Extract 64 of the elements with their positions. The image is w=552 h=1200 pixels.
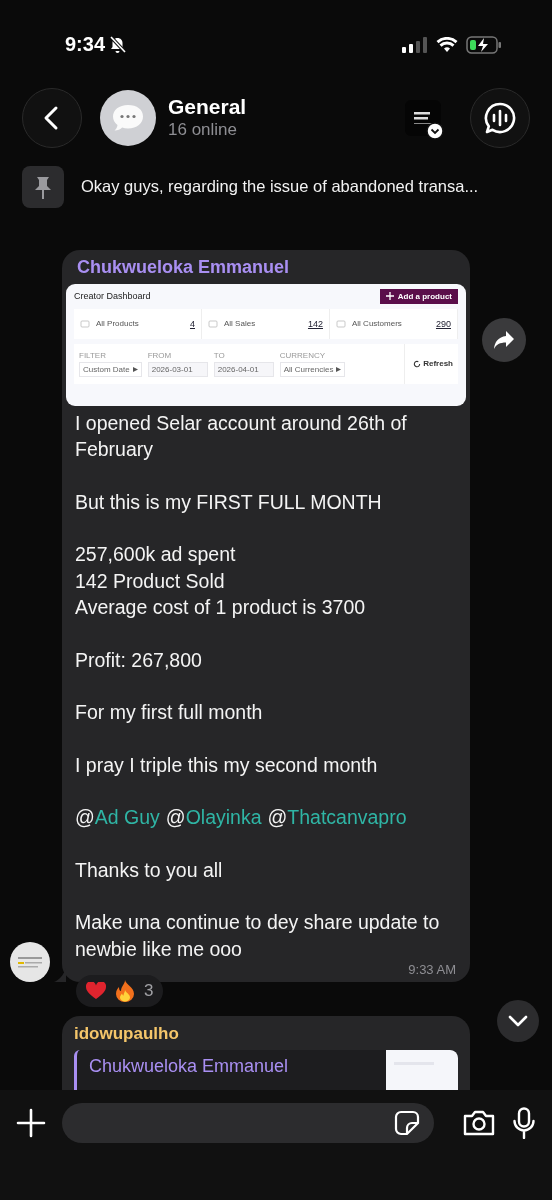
- sticker-icon[interactable]: [394, 1110, 420, 1137]
- filter-label: CURRENCY: [279, 350, 327, 360]
- message-text: For my first full month: [75, 700, 264, 726]
- refresh-icon: [413, 359, 422, 368]
- scroll-down-button[interactable]: [497, 1000, 539, 1043]
- filter-field[interactable]: All Currencies: [279, 361, 346, 377]
- dashboard-title: Creator Dashboard: [74, 291, 151, 302]
- caret-icon: [132, 366, 138, 372]
- filter-label: FROM: [147, 350, 173, 360]
- pin-icon[interactable]: [22, 165, 64, 208]
- refresh-button[interactable]: Refresh: [404, 343, 453, 384]
- stat-value: 290: [435, 318, 451, 329]
- quoted-sender: Chukwueloka Emmanuel: [89, 1056, 289, 1078]
- chevron-down-icon: [508, 1015, 528, 1028]
- status-time: 9:34: [65, 33, 106, 57]
- forward-button[interactable]: [482, 317, 526, 362]
- message-text: Make una continue to dey share update to newbie like me ooo: [75, 910, 441, 962]
- sender-name[interactable]: idowupaulho: [74, 1024, 458, 1045]
- reply-quote[interactable]: Chukwueloka Emmanuel: [74, 1050, 458, 1091]
- pinned-message[interactable]: Okay guys, regarding the issue of abandoned transa...: [81, 177, 479, 197]
- stat-value: 4: [190, 318, 195, 329]
- message-text: Profit: 267,800: [75, 647, 203, 673]
- filter-label: FILTER: [79, 350, 107, 360]
- sender-avatar[interactable]: [10, 942, 50, 983]
- chat-bubble-avatar-icon[interactable]: [100, 89, 156, 146]
- online-count: 16 online: [168, 119, 238, 141]
- stat-icon: [208, 319, 218, 329]
- message-text: I opened Selar account around 26th of February: [75, 410, 408, 463]
- message-time: 9:33 AM: [408, 962, 456, 979]
- heart-icon: [86, 982, 106, 1001]
- wifi-icon: [436, 36, 458, 53]
- plus-icon: [16, 1108, 46, 1139]
- reactions-pill[interactable]: 3: [76, 975, 164, 1008]
- plus-icon: [385, 292, 394, 301]
- fire-icon: [116, 980, 134, 1003]
- sender-name[interactable]: Chukwueloka Emmanuel: [77, 256, 290, 278]
- camera-icon: [462, 1109, 496, 1138]
- message-text: I pray I triple this my second month: [75, 752, 379, 778]
- mention-link[interactable]: @Thatcanvapro: [267, 804, 407, 831]
- battery-icon: [466, 35, 502, 54]
- filter-field[interactable]: 2026-03-01: [147, 361, 208, 377]
- reaction-count: 3: [144, 981, 154, 1002]
- mention-link[interactable]: @Olayinka: [165, 804, 262, 831]
- message-text: But this is my FIRST FULL MONTH: [75, 489, 383, 515]
- signal-icon: [402, 36, 428, 53]
- filter-field[interactable]: 2026-04-01: [213, 361, 274, 377]
- message-text: 257,600k ad spent 142 Product Sold Average cost of 1 product is 3700: [75, 542, 367, 621]
- stat-label: All Customers: [352, 319, 403, 329]
- stat-label: All Sales: [224, 319, 257, 329]
- mention-link[interactable]: @Ad Guy: [75, 804, 160, 831]
- add-product-button[interactable]: Add a product: [379, 288, 458, 304]
- caret-icon: [336, 366, 342, 372]
- stat-value: 142: [307, 318, 323, 329]
- filter-field[interactable]: Custom Date: [79, 361, 142, 377]
- message-text: Thanks to you all: [75, 857, 224, 883]
- stat-icon: [80, 319, 90, 329]
- filter-label: TO: [213, 350, 226, 360]
- stat-label: All Products: [96, 319, 140, 329]
- chat-title: General: [168, 95, 248, 120]
- microphone-icon: [512, 1107, 536, 1140]
- share-arrow-icon: [493, 329, 515, 350]
- stat-icon: [336, 319, 346, 329]
- message-input-field[interactable]: [62, 1103, 434, 1144]
- voice-chat-icon: [483, 100, 517, 135]
